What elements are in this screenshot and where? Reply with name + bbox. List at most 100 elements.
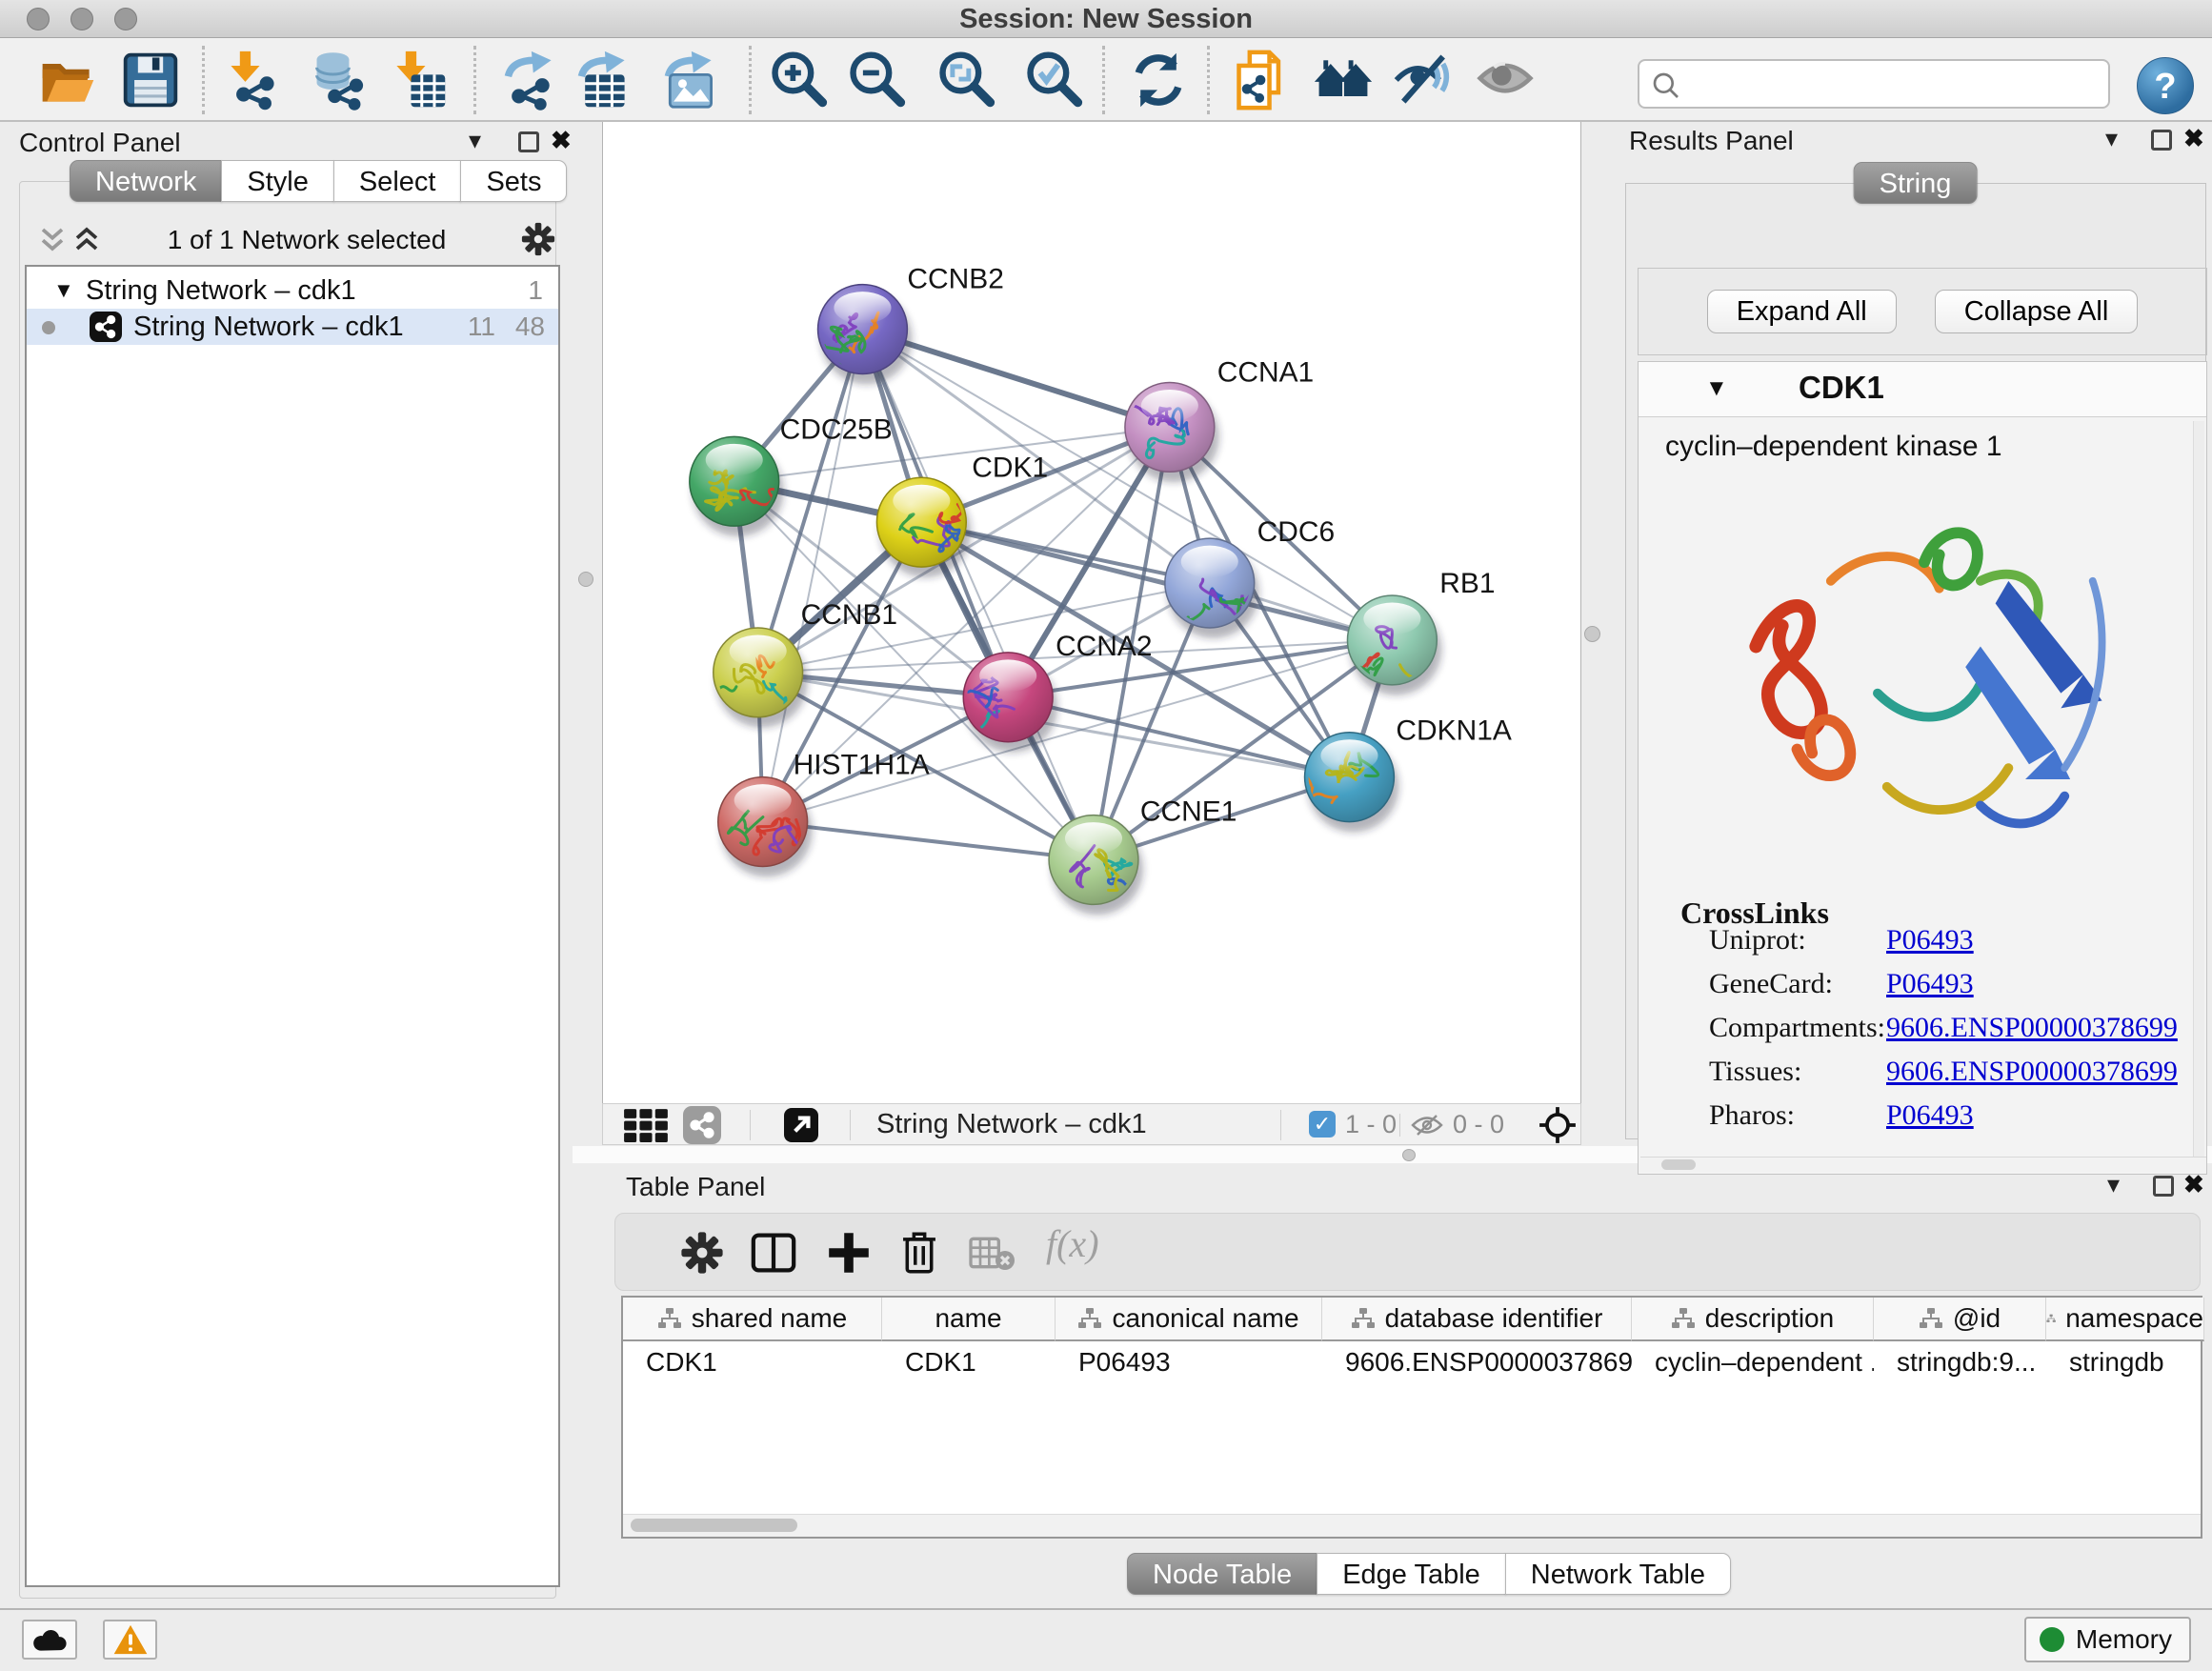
- zoom-out-icon[interactable]: [846, 50, 907, 111]
- zoom-fit-icon[interactable]: [935, 50, 996, 111]
- node-label: CCNB2: [907, 264, 1003, 295]
- add-column-icon[interactable]: [826, 1230, 872, 1276]
- panel-float-icon[interactable]: [2151, 130, 2172, 151]
- tab-network-table[interactable]: Network Table: [1505, 1553, 1731, 1595]
- birdseye-view-icon[interactable]: [784, 1108, 818, 1142]
- export-network-icon[interactable]: [499, 50, 560, 111]
- collapse-all-button[interactable]: Collapse All: [1935, 290, 2139, 333]
- crosslink-link[interactable]: P06493: [1886, 1099, 1974, 1132]
- network-node-CCNB2[interactable]: [818, 285, 913, 385]
- help-icon[interactable]: ?: [2137, 57, 2194, 114]
- import-network-database-icon[interactable]: [310, 50, 371, 111]
- panel-float-icon[interactable]: [518, 131, 539, 152]
- panel-float-icon[interactable]: [2153, 1176, 2174, 1197]
- tab-string[interactable]: String: [1854, 162, 1978, 204]
- search-input[interactable]: [1689, 63, 2099, 105]
- panel-close-icon[interactable]: ✖: [2183, 1170, 2204, 1199]
- panel-close-icon[interactable]: ✖: [551, 126, 572, 155]
- crosslink-link[interactable]: 9606.ENSP00000378699: [1886, 1012, 2178, 1044]
- crosslink-link[interactable]: P06493: [1886, 968, 1974, 1000]
- table-cell[interactable]: cyclin–dependent ...: [1632, 1341, 1874, 1383]
- expand-all-button[interactable]: Expand All: [1707, 290, 1897, 333]
- table-cell[interactable]: 9606.ENSP00000378699: [1322, 1341, 1632, 1383]
- import-network-file-icon[interactable]: [222, 50, 283, 111]
- open-session-icon[interactable]: [37, 50, 98, 111]
- hidden-eye-icon[interactable]: [1411, 1112, 1443, 1138]
- column-header-name[interactable]: name: [882, 1298, 1056, 1341]
- column-header-namespace[interactable]: namespace: [2046, 1298, 2204, 1341]
- tab-node-table[interactable]: Node Table: [1127, 1553, 1317, 1595]
- scrollbar-thumb[interactable]: [631, 1519, 797, 1532]
- selected-checkbox-icon[interactable]: ✓: [1309, 1111, 1336, 1137]
- tab-edge-table[interactable]: Edge Table: [1317, 1553, 1506, 1595]
- tab-network[interactable]: Network: [70, 160, 222, 202]
- table-cell[interactable]: stringdb:9...: [1874, 1341, 2046, 1383]
- column-header-canonical-name[interactable]: canonical name: [1056, 1298, 1322, 1341]
- network-canvas[interactable]: CCNB2CCNA1CDC25BCDK1CDC6RB1CCNB1CCNA2CDK…: [602, 122, 1581, 1103]
- duplicate-network-icon[interactable]: [1232, 50, 1293, 111]
- network-graph[interactable]: CCNB2CCNA1CDC25BCDK1CDC6RB1CCNB1CCNA2CDK…: [603, 122, 1580, 1103]
- network-node-CDK1[interactable]: [876, 477, 976, 577]
- crosshair-icon[interactable]: [1538, 1105, 1578, 1145]
- crosslink-link[interactable]: 9606.ENSP00000378699: [1886, 1056, 2178, 1088]
- grid-view-icon[interactable]: [623, 1108, 669, 1142]
- vertical-splitter-handle[interactable]: [578, 572, 593, 587]
- column-header-database-identifier[interactable]: database identifier: [1322, 1298, 1632, 1341]
- panel-collapse-icon[interactable]: ▾: [469, 126, 481, 155]
- hide-selected-icon[interactable]: [1393, 50, 1454, 111]
- cloud-status-icon[interactable]: [22, 1620, 77, 1660]
- save-session-icon[interactable]: [120, 50, 181, 111]
- network-options-gear-icon[interactable]: [520, 221, 556, 257]
- column-header-description[interactable]: description: [1632, 1298, 1874, 1341]
- network-row-selected[interactable]: String Network – cdk1 11 48: [27, 309, 558, 345]
- crosslink-link[interactable]: P06493: [1886, 924, 1974, 956]
- function-builder-icon: f(x): [1046, 1221, 1099, 1267]
- zoom-in-icon[interactable]: [768, 50, 829, 111]
- table-cell[interactable]: CDK1: [623, 1341, 882, 1383]
- export-image-icon[interactable]: [659, 50, 720, 111]
- network-collection-row[interactable]: ▼ String Network – cdk1 1: [27, 272, 558, 309]
- zoom-selected-icon[interactable]: [1023, 50, 1084, 111]
- panel-collapse-icon[interactable]: ▾: [2107, 1170, 2120, 1199]
- results-vertical-scrollbar[interactable]: [2193, 421, 2204, 1164]
- network-edge[interactable]: [763, 330, 863, 822]
- panel-collapse-icon[interactable]: ▾: [2105, 124, 2118, 153]
- delete-column-icon[interactable]: [896, 1230, 942, 1276]
- network-node-CCNE1[interactable]: [1049, 815, 1143, 916]
- show-hidden-icon[interactable]: [1475, 50, 1536, 111]
- refresh-layout-icon[interactable]: [1128, 50, 1189, 111]
- horizontal-splitter-handle[interactable]: [1402, 1149, 1416, 1161]
- table-settings-gear-icon[interactable]: [679, 1230, 725, 1276]
- table-cell[interactable]: CDK1: [882, 1341, 1056, 1383]
- network-node-CDC25B[interactable]: [690, 436, 789, 536]
- column-header--id[interactable]: @id: [1874, 1298, 2046, 1341]
- network-node-CCNB1[interactable]: [697, 628, 807, 732]
- gene-header[interactable]: ▼ CDK1: [1639, 362, 2206, 417]
- network-edge[interactable]: [763, 822, 1094, 860]
- panel-close-icon[interactable]: ✖: [2183, 124, 2204, 153]
- table-row[interactable]: CDK1CDK1P064939606.ENSP00000378699cyclin…: [623, 1341, 2201, 1383]
- show-all-networks-icon[interactable]: [1313, 50, 1374, 111]
- warning-icon[interactable]: [103, 1620, 157, 1660]
- expand-all-networks-icon[interactable]: [72, 225, 101, 253]
- network-node-CCNA2[interactable]: [952, 653, 1057, 753]
- tree-expand-icon[interactable]: ▼: [53, 272, 74, 309]
- network-node-HIST1H1A[interactable]: [718, 777, 813, 877]
- table-horizontal-scrollbar[interactable]: [623, 1514, 2201, 1537]
- tab-select[interactable]: Select: [333, 160, 462, 202]
- import-table-file-icon[interactable]: [388, 50, 449, 111]
- show-columns-icon[interactable]: [751, 1230, 796, 1276]
- tab-sets[interactable]: Sets: [460, 160, 567, 202]
- table-cell[interactable]: stringdb: [2046, 1341, 2204, 1383]
- network-share-view-icon[interactable]: [683, 1106, 721, 1144]
- table-cell[interactable]: P06493: [1056, 1341, 1322, 1383]
- network-node-CCNA1[interactable]: [1125, 382, 1219, 482]
- vertical-splitter-handle[interactable]: [1584, 626, 1600, 642]
- column-header-shared-name[interactable]: shared name: [623, 1298, 882, 1341]
- gene-expand-icon[interactable]: ▼: [1705, 375, 1728, 402]
- collapse-all-networks-icon[interactable]: [38, 225, 67, 253]
- tab-style[interactable]: Style: [221, 160, 333, 202]
- memory-button[interactable]: Memory: [2024, 1617, 2191, 1662]
- export-table-icon[interactable]: [573, 50, 633, 111]
- network-node-RB1[interactable]: [1340, 595, 1442, 709]
